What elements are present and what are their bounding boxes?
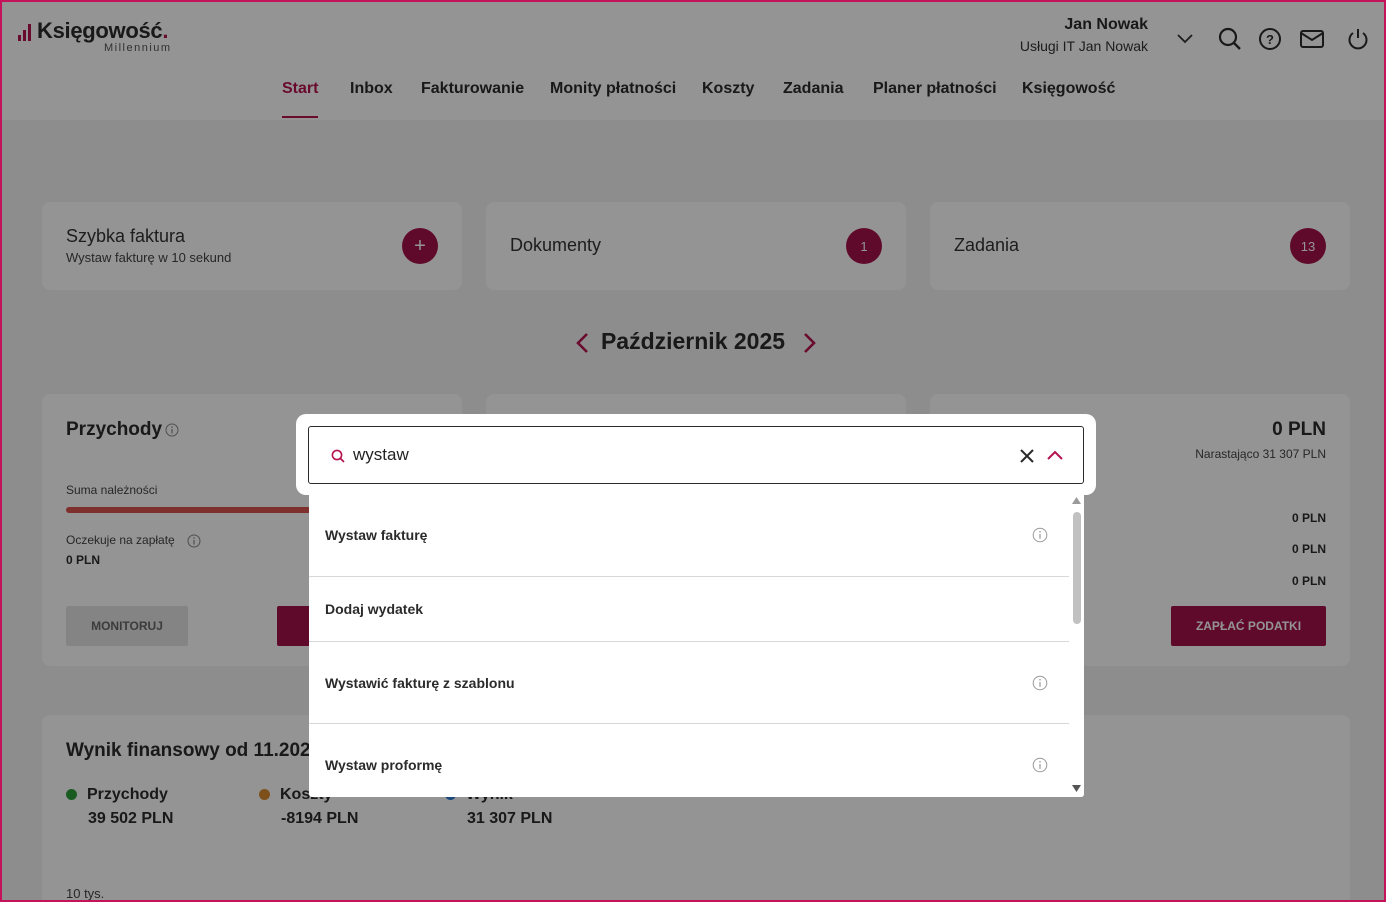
search-result-item[interactable]: Dodaj wydatek	[309, 577, 1069, 641]
search-results-dropdown: Wystaw fakturę Dodaj wydatek Wystawić fa…	[309, 494, 1084, 797]
search-result-label: Wystaw proformę	[325, 757, 443, 773]
search-panel	[296, 414, 1096, 495]
search-result-item[interactable]: Wystaw fakturę	[309, 494, 1069, 576]
scroll-up-icon[interactable]	[1072, 497, 1081, 504]
info-icon[interactable]	[1032, 675, 1048, 691]
chevron-up-icon[interactable]	[1047, 449, 1063, 461]
search-result-label: Wystawić fakturę z szablonu	[325, 674, 515, 691]
app-frame: Księgowość . Millennium Jan Nowak Usługi…	[0, 0, 1386, 902]
info-icon[interactable]	[1032, 527, 1048, 543]
search-box[interactable]	[308, 426, 1084, 484]
search-result-label: Dodaj wydatek	[325, 601, 424, 617]
search-icon	[331, 449, 345, 463]
info-icon[interactable]	[1032, 757, 1048, 773]
scrollbar-thumb[interactable]	[1073, 512, 1081, 624]
scroll-down-icon[interactable]	[1072, 785, 1081, 792]
search-input[interactable]	[353, 441, 993, 469]
search-result-label: Wystaw fakturę	[325, 527, 428, 543]
search-result-item[interactable]: Wystawić fakturę z szablonu	[309, 642, 1069, 723]
search-result-item[interactable]: Wystaw proformę	[309, 724, 1069, 797]
close-icon[interactable]	[1019, 448, 1035, 464]
scrollbar[interactable]	[1069, 494, 1084, 797]
